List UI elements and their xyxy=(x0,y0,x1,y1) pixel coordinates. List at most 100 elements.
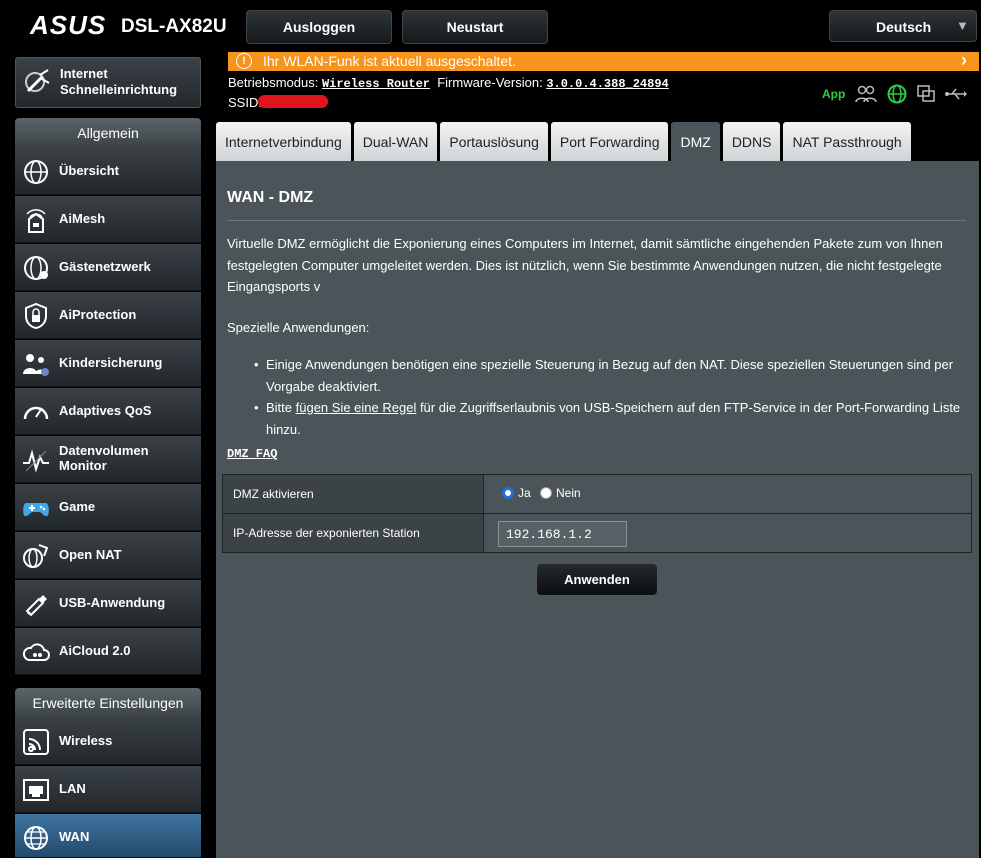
shield-lock-icon xyxy=(25,302,47,330)
language-select[interactable]: Deutsch ▼ xyxy=(829,10,977,42)
language-value: Deutsch xyxy=(876,19,932,35)
sidebar-item-traffic-monitor[interactable]: Datenvolumen Monitor xyxy=(15,436,201,483)
advanced-section-header: Erweiterte Einstellungen xyxy=(15,688,201,718)
sidebar-item-guest-network[interactable]: Gästenetzwerk xyxy=(15,244,201,291)
tab-port-forwarding[interactable]: Port Forwarding xyxy=(550,122,669,161)
sidebar-item-label: AiMesh xyxy=(59,211,106,226)
exposed-ip-cell: 192.168.1.2 xyxy=(485,514,971,552)
system-info: Betriebsmodus: Wireless Router Firmware-… xyxy=(228,75,669,91)
traffic-monitor-icon xyxy=(23,449,49,473)
top-bar: ASUS DSL-AX82U Ausloggen Neustart Deutsc… xyxy=(0,0,981,52)
globe-network-icon xyxy=(24,160,48,184)
dmz-enable-options: Ja Nein xyxy=(485,475,971,513)
asus-logo: ASUS xyxy=(30,10,107,40)
quick-setup-button[interactable]: Internet Schnelleinrichtung xyxy=(15,57,201,108)
model-name: DSL-AX82U xyxy=(121,16,227,37)
clients-icon[interactable] xyxy=(855,85,878,103)
sidebar-item-label: USB-Anwendung xyxy=(59,595,166,610)
sidebar-item-label: Game xyxy=(59,499,96,514)
sidebar-item-label: Adaptives QoS xyxy=(59,403,152,418)
table-row: IP-Adresse der exponierten Station 192.1… xyxy=(223,514,971,552)
guest-network-icon xyxy=(24,256,48,280)
lan-port-icon xyxy=(23,779,49,801)
globe-icon xyxy=(24,826,48,850)
general-section-header: Allgemein xyxy=(15,118,201,148)
sidebar-item-game[interactable]: Game xyxy=(15,484,201,531)
apply-button[interactable]: Anwenden xyxy=(536,563,658,596)
ssid-label: SSID: xyxy=(228,95,262,110)
sidebar-item-label: Wireless xyxy=(59,733,113,748)
tab-port-trigger[interactable]: Portauslösung xyxy=(440,122,548,161)
dmz-settings-table: DMZ aktivieren Ja Nein IP-Adresse der ex… xyxy=(222,474,972,553)
banner-text: Ihr WLAN-Funk ist aktuell ausgeschaltet. xyxy=(263,53,516,69)
open-nat-icon xyxy=(23,544,49,568)
mode-label: Betriebsmodus: xyxy=(228,75,319,90)
firmware-label: Firmware-Version: xyxy=(437,75,543,90)
page-title: WAN - DMZ xyxy=(227,189,314,206)
exposed-ip-input[interactable]: 192.168.1.2 xyxy=(498,521,627,547)
internet-status-icon[interactable] xyxy=(887,84,907,104)
logout-button[interactable]: Ausloggen xyxy=(246,10,392,44)
add-rule-link[interactable]: fügen Sie eine Regel xyxy=(296,400,417,415)
sidebar-item-label: LAN xyxy=(59,781,86,796)
dmz-yes-label[interactable]: Ja xyxy=(518,486,531,500)
copy-windows-icon[interactable] xyxy=(917,85,936,103)
sidebar-item-label: Kindersicherung xyxy=(59,355,163,370)
sidebar-item-usb-application[interactable]: USB-Anwendung xyxy=(15,580,201,627)
usb-icon[interactable] xyxy=(945,87,968,101)
sidebar-item-wan[interactable]: WAN xyxy=(15,814,201,858)
dmz-faq-link[interactable]: DMZ FAQ xyxy=(227,447,277,461)
sidebar-item-open-nat[interactable]: Open NAT xyxy=(15,532,201,579)
sidebar-item-label: Gästenetzwerk xyxy=(59,259,151,274)
bullet-text-pre: Bitte xyxy=(266,400,296,415)
title-divider xyxy=(227,220,966,221)
mode-value-link[interactable]: Wireless Router xyxy=(322,77,430,91)
tab-dmz[interactable]: DMZ xyxy=(671,122,720,161)
dmz-enable-label: DMZ aktivieren xyxy=(223,475,484,513)
sidebar-item-aimesh[interactable]: AiMesh xyxy=(15,196,201,243)
tab-internet-connection[interactable]: Internetverbindung xyxy=(216,122,351,161)
family-icon xyxy=(23,354,49,376)
dmz-no-label[interactable]: Nein xyxy=(556,486,581,500)
sidebar-item-parental-control[interactable]: Kindersicherung xyxy=(15,340,201,387)
cloud-icon xyxy=(22,643,50,661)
list-item: Bitte fügen Sie eine Regel für die Zugri… xyxy=(254,397,962,440)
wifi-off-banner[interactable]: ! Ihr WLAN-Funk ist aktuell ausgeschalte… xyxy=(228,50,979,71)
sidebar-item-label: Übersicht xyxy=(59,163,119,178)
restart-button[interactable]: Neustart xyxy=(402,10,548,44)
sidebar-item-wireless[interactable]: Wireless xyxy=(15,718,201,765)
firmware-value-link[interactable]: 3.0.0.4.388_24894 xyxy=(546,77,668,91)
mesh-router-icon xyxy=(26,209,46,233)
wifi-icon xyxy=(23,729,49,755)
dmz-no-radio[interactable] xyxy=(540,487,552,499)
sidebar-item-lan[interactable]: LAN xyxy=(15,766,201,813)
tab-dual-wan[interactable]: Dual-WAN xyxy=(353,122,438,161)
list-item: Einige Anwendungen benötigen eine spezie… xyxy=(254,354,962,397)
dmz-yes-radio[interactable] xyxy=(502,487,514,499)
warning-icon: ! xyxy=(236,53,252,69)
chevron-down-icon: ▼ xyxy=(956,18,969,33)
chevron-right-icon: › xyxy=(961,50,967,70)
sidebar-item-label: AiProtection xyxy=(59,307,137,322)
sidebar-item-overview[interactable]: Übersicht xyxy=(15,148,201,195)
sidebar-item-label: AiCloud 2.0 xyxy=(59,643,131,658)
sidebar-item-aiprotection[interactable]: AiProtection xyxy=(15,292,201,339)
sidebar-item-aicloud[interactable]: AiCloud 2.0 xyxy=(15,628,201,675)
tab-nat-passthrough[interactable]: NAT Passthrough xyxy=(783,122,911,161)
ssid-redaction xyxy=(258,95,328,108)
exposed-ip-label: IP-Adresse der exponierten Station xyxy=(223,514,484,552)
quick-setup-icon xyxy=(25,69,50,93)
table-row: DMZ aktivieren Ja Nein xyxy=(223,475,971,514)
status-icons: App xyxy=(822,84,968,104)
wan-tabs: Internetverbindung Dual-WAN Portauslösun… xyxy=(216,122,911,161)
tab-ddns[interactable]: DDNS xyxy=(722,122,781,161)
special-applications-heading: Spezielle Anwendungen: xyxy=(227,320,370,335)
usb-stick-icon xyxy=(25,595,47,617)
sidebar-item-adaptive-qos[interactable]: Adaptives QoS xyxy=(15,388,201,435)
dmz-description: Virtuelle DMZ ermöglicht die Exponierung… xyxy=(227,236,943,294)
sidebar-item-label: WAN xyxy=(59,829,90,844)
app-link[interactable]: App xyxy=(822,87,845,101)
quick-setup-label: Internet Schnelleinrichtung xyxy=(60,66,178,97)
gamepad-icon xyxy=(23,503,49,517)
speedometer-icon xyxy=(23,406,49,420)
